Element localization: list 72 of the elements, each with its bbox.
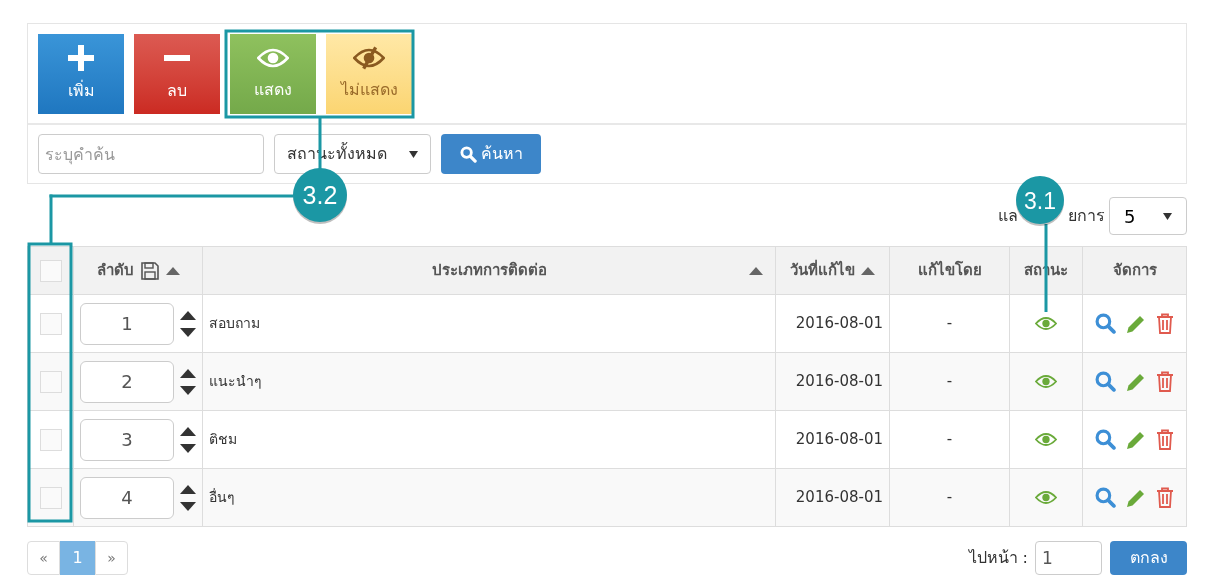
search-icon (459, 145, 477, 163)
delete-button[interactable]: ลบ (134, 34, 220, 114)
sort-up-icon[interactable] (749, 266, 763, 275)
checkbox[interactable] (39, 370, 62, 393)
trash-icon[interactable] (1156, 487, 1174, 508)
move-up-icon[interactable] (180, 368, 196, 378)
move-down-icon[interactable] (180, 327, 196, 337)
trash-icon[interactable] (1156, 313, 1174, 334)
pencil-icon[interactable] (1126, 371, 1146, 392)
caret-icon (409, 150, 418, 158)
move-down-icon[interactable] (180, 443, 196, 453)
hide-button[interactable]: ไม่แสดง (326, 34, 412, 114)
search-icon[interactable] (1095, 371, 1116, 392)
page-size-label: ยการ (1068, 205, 1105, 227)
add-button[interactable]: เพิ่ม (38, 34, 124, 114)
eye-icon (257, 46, 289, 70)
search-field[interactable]: ระบุคำค้น (38, 134, 264, 174)
order-field[interactable]: 3 (80, 418, 174, 461)
checkbox[interactable] (39, 486, 62, 509)
checkbox[interactable] (39, 259, 62, 282)
column-header: จัดการ (1112, 260, 1157, 282)
go-button[interactable]: ตกลง (1110, 541, 1187, 575)
pencil-icon[interactable] (1126, 313, 1146, 334)
plus-icon (68, 45, 94, 71)
column-header: ลำดับ (96, 260, 134, 282)
order-field[interactable]: 2 (80, 360, 174, 403)
page-size-label: แล (998, 205, 1018, 227)
table-cell: 2016-08-01 (775, 410, 890, 469)
table-cell: - (889, 410, 1010, 469)
callout-badge: 3.2 (293, 168, 347, 224)
table-cell: อื่นๆ (202, 468, 776, 527)
move-up-icon[interactable] (180, 310, 196, 320)
trash-icon[interactable] (1156, 429, 1174, 450)
table-cell: 2016-08-01 (775, 352, 890, 411)
eye-slash-icon (353, 46, 385, 70)
pencil-icon[interactable] (1126, 487, 1146, 508)
page-number-field[interactable]: 1 (1035, 541, 1102, 575)
search-icon[interactable] (1095, 429, 1116, 450)
column-header: แก้ไขโดย (917, 259, 982, 282)
page-size-dropdown[interactable]: 5 (1109, 197, 1187, 235)
callout-badge: 3.1 (1016, 176, 1064, 226)
order-field[interactable]: 4 (80, 476, 174, 519)
column-header: ประเภทการติดต่อ (431, 260, 547, 282)
minus-icon (164, 55, 190, 61)
search-icon[interactable] (1095, 313, 1116, 334)
table-cell: - (889, 468, 1010, 527)
pencil-icon[interactable] (1126, 429, 1146, 450)
sort-up-icon[interactable] (861, 266, 875, 275)
save-icon[interactable] (139, 260, 160, 281)
column-header: วันที่แก้ไข (790, 259, 855, 282)
goto-page-label: ไปหน้า : (968, 547, 1028, 569)
move-up-icon[interactable] (180, 484, 196, 494)
checkbox[interactable] (39, 312, 62, 335)
show-button[interactable]: แสดง (230, 34, 316, 114)
table-cell: - (889, 294, 1010, 353)
next-page-button[interactable]: » (95, 541, 128, 575)
table-cell: ติชม (202, 410, 776, 469)
table-cell: แนะนำๆ (202, 352, 776, 411)
move-down-icon[interactable] (180, 385, 196, 395)
search-button[interactable]: ค้นหา (441, 134, 541, 174)
search-icon[interactable] (1095, 487, 1116, 508)
trash-icon[interactable] (1156, 371, 1174, 392)
table-cell: 2016-08-01 (775, 294, 890, 353)
move-down-icon[interactable] (180, 501, 196, 511)
table-cell: - (889, 352, 1010, 411)
move-up-icon[interactable] (180, 426, 196, 436)
caret-icon (1163, 212, 1172, 220)
table-cell: 2016-08-01 (775, 468, 890, 527)
sort-up-icon[interactable] (165, 266, 180, 275)
table-cell: สอบถาม (202, 294, 776, 353)
order-field[interactable]: 1 (80, 302, 174, 345)
checkbox[interactable] (39, 428, 62, 451)
